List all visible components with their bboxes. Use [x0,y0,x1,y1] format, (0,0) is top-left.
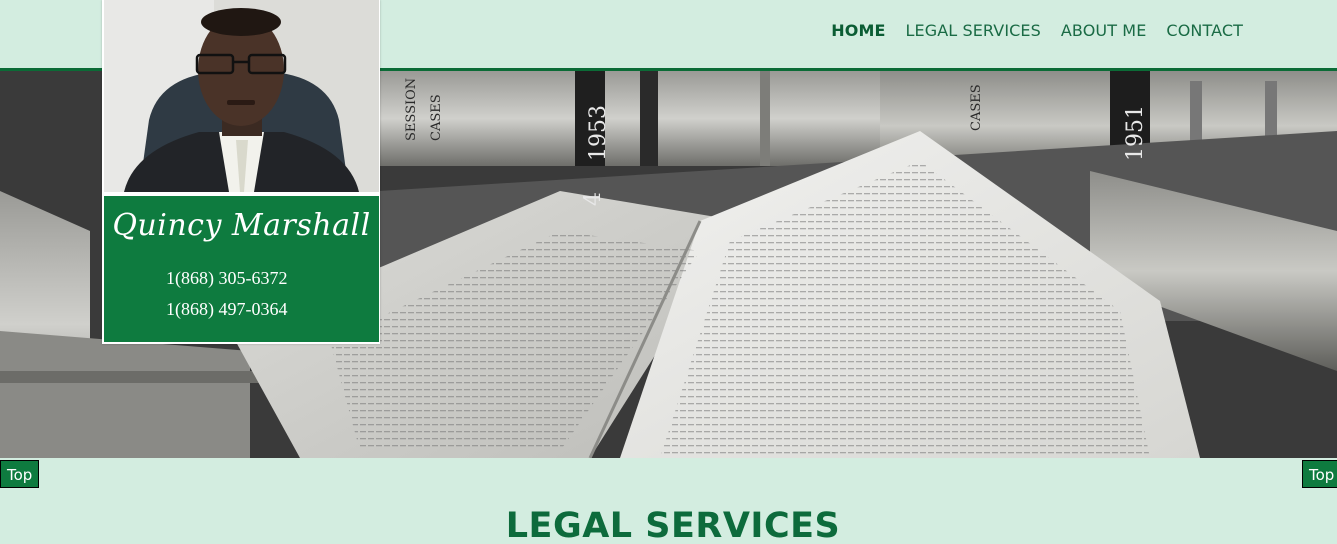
spine-label-year-1951: 1951 [1123,105,1148,161]
page: HOME LEGAL SERVICES ABOUT ME CONTACT SES… [0,0,1337,544]
back-to-top-button-right[interactable]: Top [1302,460,1337,488]
profile-contact-panel: Quincy Marshall 1(868) 305-6372 1(868) 4… [104,196,379,342]
phone-number-2[interactable]: 1(868) 497-0364 [166,299,287,320]
person-portrait-icon [104,0,379,192]
spine-label-session: SESSION [404,78,419,141]
back-to-top-button-left[interactable]: Top [0,460,40,488]
nav-legal-services[interactable]: LEGAL SERVICES [906,20,1041,42]
background-book-top-left [380,71,880,166]
profile-name: Quincy Marshall [112,208,371,243]
spine-label-cases-1: CASES [429,94,444,141]
section-title: LEGAL SERVICES [505,506,841,544]
phone-number-1[interactable]: 1(868) 305-6372 [166,268,287,289]
main-nav: HOME LEGAL SERVICES ABOUT ME CONTACT [831,20,1243,42]
profile-photo [104,0,379,192]
profile-card: Quincy Marshall 1(868) 305-6372 1(868) 4… [102,0,380,344]
spine-label-volume: 4 [581,192,606,206]
spine-label-cases-2: CASES [969,84,984,131]
spine-label-year-1953: 1953 [586,105,611,161]
nav-about-me[interactable]: ABOUT ME [1061,20,1147,42]
nav-home[interactable]: HOME [831,20,885,42]
nav-contact[interactable]: CONTACT [1166,20,1243,42]
